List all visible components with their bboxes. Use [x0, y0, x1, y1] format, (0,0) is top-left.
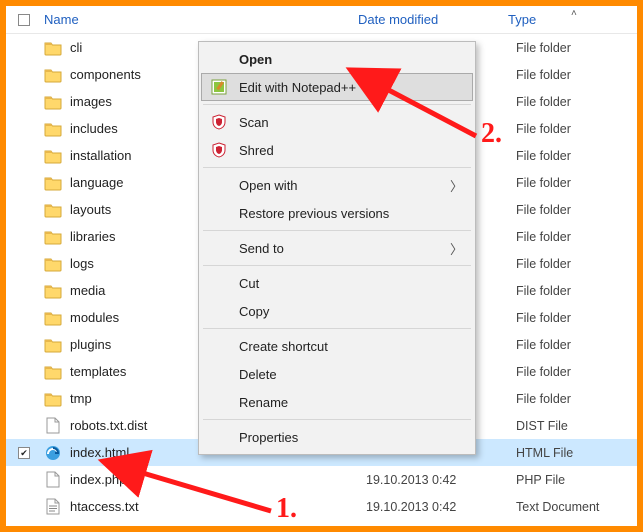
- chevron-right-icon: 〉: [450, 239, 463, 258]
- ctx-cut[interactable]: Cut: [201, 269, 473, 297]
- spacer-icon: [209, 301, 229, 321]
- notepadpp-icon: [209, 77, 229, 97]
- ctx-open-with[interactable]: Open with 〉: [201, 171, 473, 199]
- chevron-right-icon: 〉: [450, 176, 463, 195]
- text-file-icon: [44, 498, 62, 516]
- file-type: File folder: [516, 122, 637, 136]
- file-type: File folder: [516, 95, 637, 109]
- file-type: HTML File: [516, 446, 637, 460]
- folder-icon: [44, 255, 62, 273]
- column-header-row: Name Date modified Type ˄: [6, 6, 637, 34]
- folder-icon: [44, 309, 62, 327]
- edge-browser-icon: [44, 444, 62, 462]
- folder-icon: [44, 147, 62, 165]
- folder-icon: [44, 228, 62, 246]
- file-type: File folder: [516, 149, 637, 163]
- file-type: File folder: [516, 338, 637, 352]
- separator: [203, 167, 471, 168]
- ctx-scan-label: Scan: [239, 115, 463, 130]
- shield-shred-icon: [209, 140, 229, 160]
- spacer-icon: [209, 273, 229, 293]
- ctx-send-to[interactable]: Send to 〉: [201, 234, 473, 262]
- spacer-icon: [209, 392, 229, 412]
- separator: [203, 230, 471, 231]
- list-item[interactable]: htaccess.txt19.10.2013 0:42Text Document: [6, 493, 637, 520]
- sort-indicator-icon: ˄: [571, 8, 577, 19]
- separator: [203, 328, 471, 329]
- file-type: File folder: [516, 365, 637, 379]
- spacer-icon: [209, 238, 229, 258]
- ctx-delete-label: Delete: [239, 367, 463, 382]
- ctx-open[interactable]: Open: [201, 45, 473, 73]
- folder-icon: [44, 201, 62, 219]
- ctx-edit-notepadpp-label: Edit with Notepad++: [239, 80, 463, 95]
- file-name: index.php: [70, 472, 366, 487]
- file-type: File folder: [516, 311, 637, 325]
- file-date: 19.10.2013 0:42: [366, 500, 516, 514]
- ctx-copy[interactable]: Copy: [201, 297, 473, 325]
- separator: [203, 104, 471, 105]
- select-all-checkbox[interactable]: [18, 14, 30, 26]
- folder-icon: [44, 390, 62, 408]
- ctx-send-to-label: Send to: [239, 241, 450, 256]
- ctx-cut-label: Cut: [239, 276, 463, 291]
- file-date: 19.10.2013 0:42: [366, 473, 516, 487]
- folder-icon: [44, 363, 62, 381]
- ctx-restore-versions[interactable]: Restore previous versions: [201, 199, 473, 227]
- file-name: htaccess.txt: [70, 499, 366, 514]
- file-type: File folder: [516, 203, 637, 217]
- ctx-rename[interactable]: Rename: [201, 388, 473, 416]
- folder-icon: [44, 93, 62, 111]
- file-type: File folder: [516, 68, 637, 82]
- ctx-restore-versions-label: Restore previous versions: [239, 206, 463, 221]
- context-menu: Open Edit with Notepad++ Scan Shred Open…: [198, 41, 476, 455]
- ctx-properties[interactable]: Properties: [201, 423, 473, 451]
- ctx-properties-label: Properties: [239, 430, 463, 445]
- folder-icon: [44, 39, 62, 57]
- ctx-delete[interactable]: Delete: [201, 360, 473, 388]
- file-type: File folder: [516, 392, 637, 406]
- ctx-shred[interactable]: Shred: [201, 136, 473, 164]
- file-type: DIST File: [516, 419, 637, 433]
- spacer-icon: [209, 203, 229, 223]
- folder-icon: [44, 120, 62, 138]
- file-icon: [44, 471, 62, 489]
- spacer-icon: [209, 49, 229, 69]
- file-icon: [44, 417, 62, 435]
- folder-icon: [44, 174, 62, 192]
- ctx-copy-label: Copy: [239, 304, 463, 319]
- folder-icon: [44, 66, 62, 84]
- folder-icon: [44, 336, 62, 354]
- ctx-create-shortcut-label: Create shortcut: [239, 339, 463, 354]
- ctx-open-with-label: Open with: [239, 178, 450, 193]
- spacer-icon: [209, 427, 229, 447]
- file-type: PHP File: [516, 473, 637, 487]
- ctx-edit-notepadpp[interactable]: Edit with Notepad++: [201, 73, 473, 101]
- spacer-icon: [209, 336, 229, 356]
- list-item[interactable]: index.php19.10.2013 0:42PHP File: [6, 466, 637, 493]
- ctx-scan[interactable]: Scan: [201, 108, 473, 136]
- folder-icon: [44, 282, 62, 300]
- file-type: File folder: [516, 41, 637, 55]
- separator: [203, 419, 471, 420]
- file-type: File folder: [516, 230, 637, 244]
- spacer-icon: [209, 175, 229, 195]
- ctx-create-shortcut[interactable]: Create shortcut: [201, 332, 473, 360]
- shield-scan-icon: [209, 112, 229, 132]
- column-header-name[interactable]: Name: [44, 12, 79, 27]
- file-type: Text Document: [516, 500, 637, 514]
- row-checkbox[interactable]: ✔: [18, 447, 30, 459]
- separator: [203, 265, 471, 266]
- ctx-rename-label: Rename: [239, 395, 463, 410]
- file-type: File folder: [516, 257, 637, 271]
- spacer-icon: [209, 364, 229, 384]
- file-type: File folder: [516, 176, 637, 190]
- ctx-shred-label: Shred: [239, 143, 463, 158]
- file-type: File folder: [516, 284, 637, 298]
- ctx-open-label: Open: [239, 52, 463, 67]
- column-header-date[interactable]: Date modified: [358, 12, 508, 27]
